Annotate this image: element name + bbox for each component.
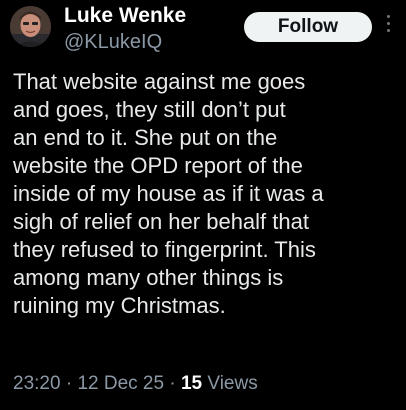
follow-button[interactable]: Follow bbox=[244, 12, 372, 42]
views-count: 15 bbox=[180, 373, 203, 394]
avatar-image bbox=[10, 6, 51, 47]
tweet-text-line: they refused to fingerprint. This bbox=[13, 237, 316, 262]
more-dot bbox=[386, 22, 390, 25]
tweet-meta: 23:20 · 12 Dec 25 · 15 Views bbox=[13, 371, 258, 397]
more-dot bbox=[386, 15, 390, 18]
tweet-text-line: sigh of relief on her behalf that bbox=[13, 209, 309, 234]
views-label: Views bbox=[202, 373, 258, 394]
tweet-date[interactable]: 12 Dec 25 bbox=[77, 373, 164, 394]
author-display-name[interactable]: Luke Wenke bbox=[64, 3, 186, 29]
tweet-time[interactable]: 23:20 bbox=[13, 373, 61, 394]
author-handle[interactable]: @KLukeIQ bbox=[64, 30, 162, 54]
more-dot bbox=[386, 29, 390, 32]
tweet-text-line: That website against me goes bbox=[13, 69, 306, 94]
author-avatar[interactable] bbox=[10, 6, 51, 47]
tweet-text-line: among many other things is bbox=[13, 265, 284, 290]
tweet-body: That website against me goes and goes, t… bbox=[13, 68, 398, 320]
meta-separator: · bbox=[164, 373, 181, 394]
tweet-text-line: an end to it. She put on the bbox=[13, 125, 278, 150]
tweet-text-line: inside of my house as if it was a bbox=[13, 181, 324, 206]
tweet-text-line: ruining my Christmas. bbox=[13, 293, 226, 318]
meta-separator: · bbox=[60, 373, 78, 394]
tweet-card: Luke Wenke @KLukeIQ Follow That website … bbox=[0, 0, 406, 410]
tweet-text-line: website the OPD report of the bbox=[13, 153, 303, 178]
more-vertical-icon[interactable] bbox=[384, 15, 392, 39]
tweet-text-line: and goes, they still don’t put bbox=[13, 97, 286, 122]
